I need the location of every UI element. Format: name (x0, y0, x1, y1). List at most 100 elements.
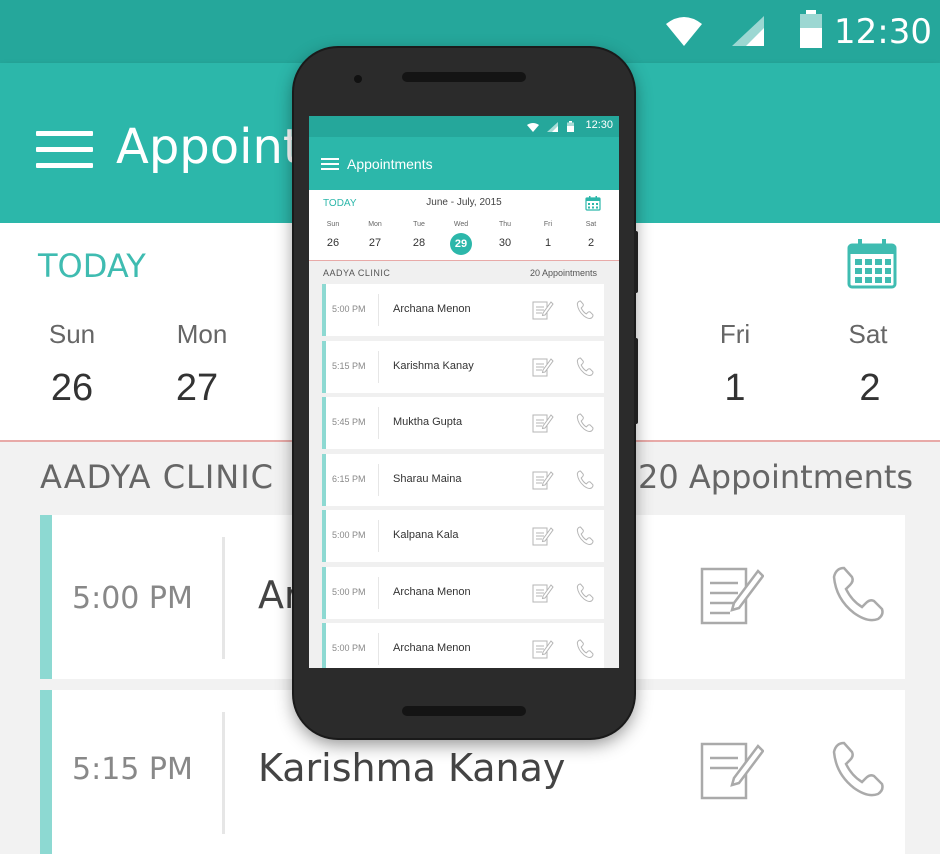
phone-icon[interactable] (576, 582, 594, 603)
appointment-count: 20 Appointments (529, 268, 597, 278)
appointment-time: 6:15 PM (332, 473, 366, 484)
notes-icon[interactable] (532, 300, 554, 320)
date-27[interactable]: 27 (361, 237, 389, 249)
phone-icon[interactable] (576, 356, 594, 377)
bg-day-fri: Fri (719, 319, 751, 349)
phone-screen: 12:30 Appointments TODAY June - July, 20… (309, 116, 619, 668)
calendar-icon[interactable] (585, 195, 601, 211)
appointment-time: 5:45 PM (332, 417, 366, 427)
phone-icon[interactable] (576, 413, 594, 433)
app-bar: Appointments (309, 137, 619, 190)
patient-name: Archana Menon (393, 642, 471, 654)
card-divider (378, 463, 379, 496)
appointment-card[interactable]: 5:00 PM Kalpana Kala (322, 510, 604, 562)
battery-icon (800, 10, 822, 48)
bg-date-2[interactable]: 2 (825, 367, 915, 410)
phone-icon[interactable] (830, 740, 886, 800)
day-wed: Wed (453, 221, 469, 228)
bg-date-26[interactable]: 26 (27, 367, 117, 410)
date-2[interactable]: 2 (577, 237, 605, 249)
wifi-icon (527, 123, 539, 132)
bg-today-label[interactable]: TODAY (38, 247, 146, 285)
week-strip: TODAY June - July, 2015 Sun Mon Tue Wed … (309, 190, 619, 261)
bg-card-time: 5:15 PM (72, 752, 193, 787)
bg-day-sun: Sun (48, 319, 96, 349)
day-sat: Sat (585, 221, 597, 228)
app-title: Appointments (347, 156, 433, 172)
phone-icon[interactable] (576, 639, 594, 659)
appointment-time: 5:15 PM (332, 360, 366, 371)
appointment-time: 5:00 PM (332, 530, 366, 540)
power-button (634, 231, 638, 293)
appointment-card[interactable]: 5:00 PM Archana Menon (322, 284, 604, 336)
date-26[interactable]: 26 (319, 237, 347, 249)
month-range: June - July, 2015 (426, 197, 502, 208)
day-sun: Sun (326, 221, 340, 228)
day-thu: Thu (498, 221, 512, 228)
bg-date-1[interactable]: 1 (690, 367, 780, 410)
bg-menu-icon[interactable] (36, 131, 93, 168)
card-divider (378, 294, 379, 326)
status-time: 12:30 (585, 119, 613, 131)
bg-day-sat: Sat (848, 319, 888, 349)
card-divider (378, 633, 379, 665)
bg-card-divider (222, 712, 225, 834)
bg-card-divider (222, 537, 225, 659)
patient-name: Archana Menon (393, 303, 471, 315)
appointment-time: 5:00 PM (332, 304, 366, 314)
phone-device: 12:30 Appointments TODAY June - July, 20… (294, 48, 638, 738)
bg-date-27[interactable]: 27 (152, 367, 242, 410)
patient-name: Sharau Maina (393, 472, 462, 485)
volume-button (634, 338, 638, 424)
date-28[interactable]: 28 (405, 237, 433, 249)
bg-appointment-count: 20 Appointments (638, 458, 914, 496)
phone-icon[interactable] (576, 526, 594, 546)
bg-clinic-name: AADYA CLINIC (40, 458, 275, 496)
front-camera (354, 75, 362, 83)
bg-card-time: 5:00 PM (72, 581, 193, 616)
notes-icon[interactable] (532, 639, 554, 659)
date-1[interactable]: 1 (534, 237, 562, 249)
top-speaker (402, 72, 526, 82)
bg-app-title: Appointr (116, 119, 322, 175)
bottom-speaker (402, 706, 526, 716)
appointment-card[interactable]: 5:00 PM Archana Menon (322, 623, 604, 668)
phone-icon[interactable] (576, 300, 594, 320)
bg-day-mon: Mon (176, 319, 228, 349)
appointment-time: 5:00 PM (332, 586, 366, 597)
menu-icon[interactable] (321, 158, 339, 170)
patient-name: Karishma Kanay (393, 359, 474, 372)
phone-icon[interactable] (576, 469, 594, 490)
notes-icon[interactable] (532, 470, 554, 490)
notes-icon[interactable] (700, 563, 764, 627)
clinic-name: AADYA CLINIC (323, 268, 391, 278)
day-mon: Mon (368, 221, 382, 228)
day-tue: Tue (413, 221, 425, 228)
date-29-selected[interactable]: 29 (450, 233, 472, 255)
patient-name: Archana Menon (393, 585, 471, 598)
day-fri: Fri (543, 221, 553, 228)
appointment-card[interactable]: 5:15 PM Karishma Kanay (322, 340, 604, 393)
status-bar: 12:30 (309, 116, 619, 137)
wifi-icon (666, 17, 702, 46)
notes-icon[interactable] (532, 526, 554, 546)
card-divider (378, 407, 379, 439)
patient-name: Kalpana Kala (393, 529, 459, 541)
appointment-card[interactable]: 6:15 PM Sharau Maina (322, 453, 604, 506)
phone-icon[interactable] (830, 565, 886, 625)
appointment-card[interactable]: 5:00 PM Archana Menon (322, 566, 604, 619)
signal-icon (732, 16, 764, 46)
card-divider (378, 520, 379, 552)
calendar-icon[interactable] (846, 237, 898, 289)
notes-icon[interactable] (700, 738, 764, 802)
bg-status-time: 12:30 (834, 12, 932, 52)
patient-name: Muktha Gupta (393, 416, 463, 428)
notes-icon[interactable] (532, 413, 554, 433)
appointment-card[interactable]: 5:45 PM Muktha Gupta (322, 397, 604, 449)
date-30[interactable]: 30 (491, 237, 519, 249)
card-divider (378, 350, 379, 383)
card-divider (378, 576, 379, 609)
notes-icon[interactable] (532, 357, 554, 377)
appointment-time: 5:00 PM (332, 643, 366, 653)
notes-icon[interactable] (532, 583, 554, 603)
